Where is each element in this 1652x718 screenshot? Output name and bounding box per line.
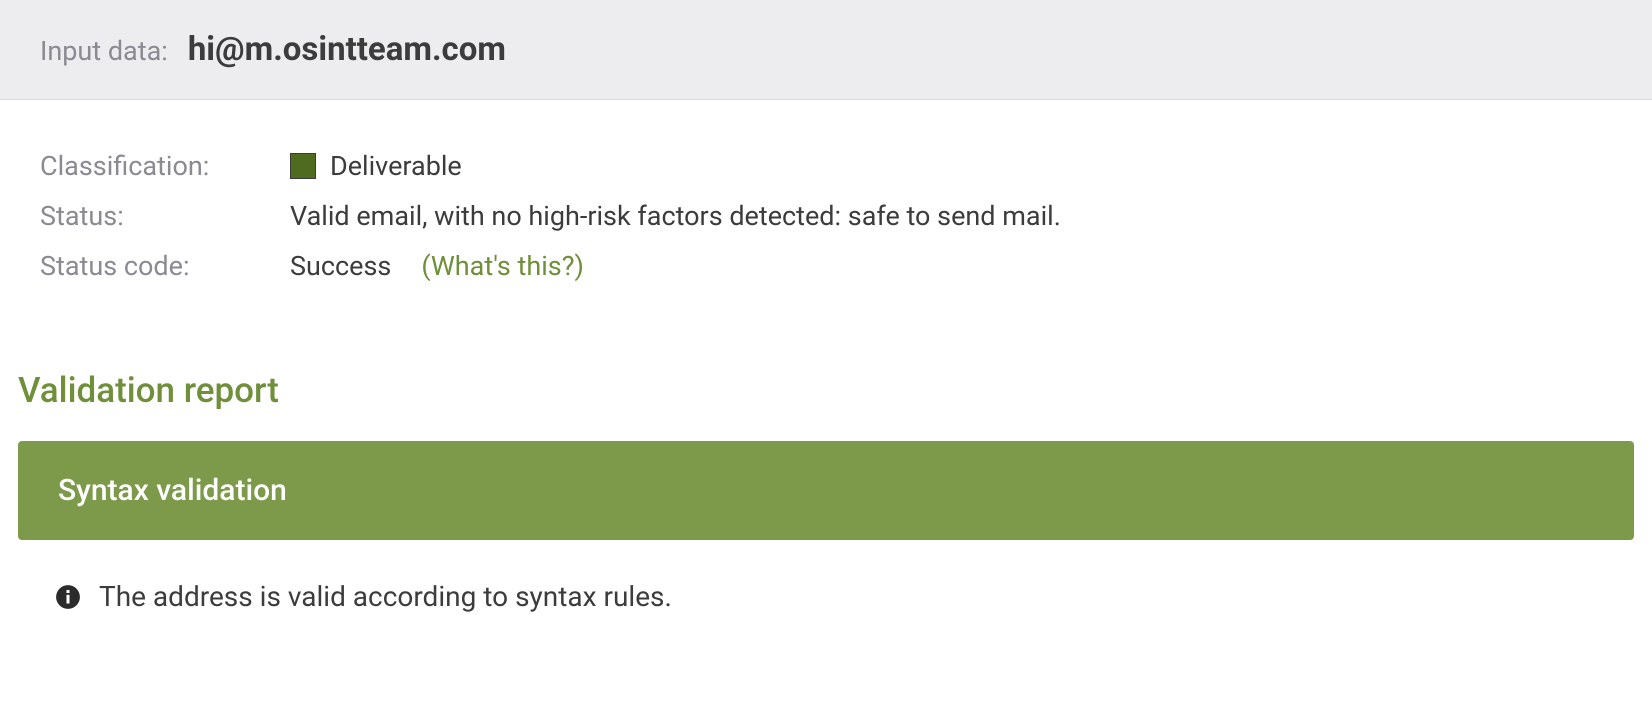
- classification-label: Classification:: [40, 150, 290, 182]
- status-code-label: Status code:: [40, 250, 290, 282]
- validation-report-title: Validation report: [0, 320, 1652, 441]
- input-data-label: Input data:: [40, 35, 168, 67]
- classification-swatch-icon: [290, 153, 316, 179]
- status-code-row: Status code: Success (What's this?): [40, 250, 1612, 282]
- syntax-validation-body: The address is valid according to syntax…: [0, 540, 1652, 613]
- classification-row: Classification: Deliverable: [40, 150, 1612, 182]
- status-row: Status: Valid email, with no high-risk f…: [40, 200, 1612, 232]
- input-data-value: hi@m.osintteam.com: [188, 30, 506, 69]
- whats-this-link[interactable]: (What's this?): [421, 250, 584, 282]
- status-code-text: Success: [290, 250, 391, 282]
- classification-value: Deliverable: [290, 150, 462, 182]
- status-code-value: Success (What's this?): [290, 250, 584, 282]
- syntax-validation-message: The address is valid according to syntax…: [99, 580, 672, 613]
- syntax-validation-header[interactable]: Syntax validation: [18, 441, 1634, 540]
- status-label: Status:: [40, 200, 290, 232]
- summary-block: Classification: Deliverable Status: Vali…: [0, 100, 1652, 320]
- status-value: Valid email, with no high-risk factors d…: [290, 200, 1061, 232]
- info-icon: [55, 584, 81, 610]
- classification-text: Deliverable: [330, 150, 462, 182]
- input-data-bar: Input data: hi@m.osintteam.com: [0, 0, 1652, 100]
